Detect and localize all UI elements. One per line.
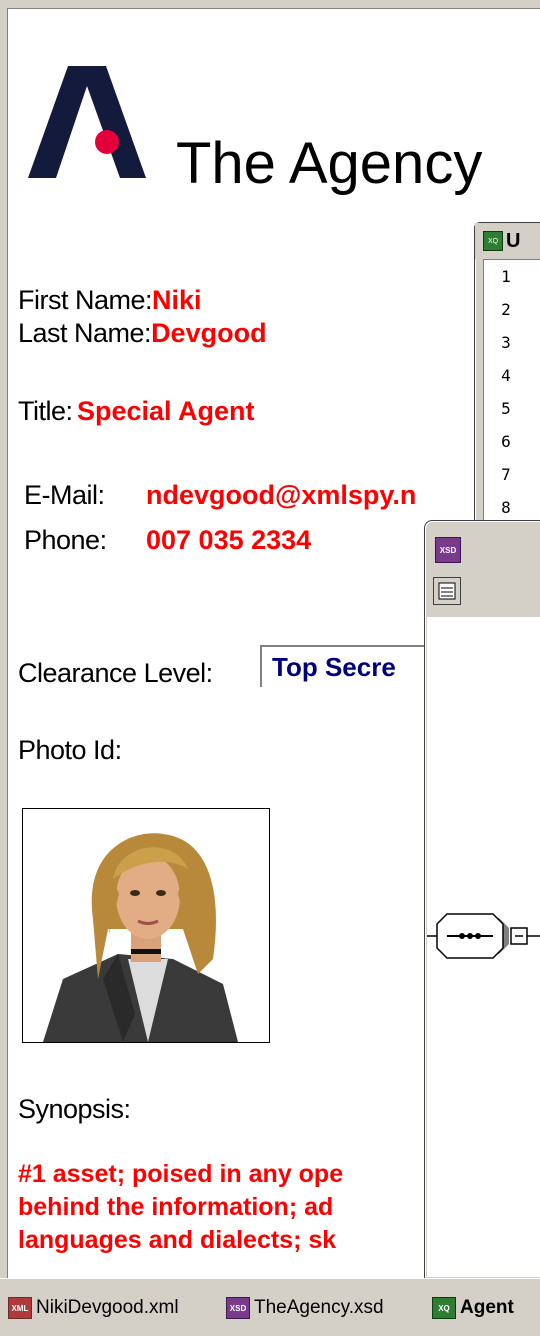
line-number: 5 [501, 399, 511, 418]
last-name-label: Last Name: [18, 318, 152, 348]
line-number: 7 [501, 465, 511, 484]
xml-file-icon: XML [8, 1297, 32, 1319]
line-number: 3 [501, 333, 511, 352]
line-number-gutter: 1 2 3 4 5 6 7 8 [484, 260, 528, 560]
sequence-compositor-icon[interactable] [427, 617, 540, 1277]
title-value[interactable]: Special Agent [77, 396, 255, 426]
synopsis-text[interactable]: #1 asset; poised in any ope behind the i… [18, 1158, 426, 1257]
tab-nikidevgood-xml[interactable]: XML NikiDevgood.xml [8, 1288, 179, 1328]
synopsis-line: #1 asset; poised in any ope [18, 1160, 344, 1188]
phone-label: Phone: [24, 525, 107, 555]
clearance-value: Top Secre [272, 652, 396, 682]
synopsis-line: behind the information; ad [18, 1193, 334, 1221]
last-name-value[interactable]: Devgood [151, 318, 267, 348]
schema-window[interactable]: XSD [424, 520, 540, 1280]
first-name-label: First Name: [18, 285, 153, 315]
last-name-row: Last Name:Devgood [18, 318, 267, 349]
title-row: Title: Special Agent [18, 396, 255, 427]
first-name-value[interactable]: Niki [152, 285, 202, 315]
xquery-file-icon: XQ [432, 1297, 456, 1319]
agent-photo-image [43, 833, 238, 1042]
clearance-label: Clearance Level: [18, 658, 213, 688]
email-value[interactable]: ndevgood@xmlspy.n [146, 480, 416, 511]
tab-theagency-xsd[interactable]: XSD TheAgency.xsd [226, 1288, 384, 1328]
email-label: E-Mail: [24, 480, 105, 510]
synopsis-line: languages and dialects; sk [18, 1226, 337, 1254]
tab-label: TheAgency.xsd [254, 1297, 384, 1318]
title-label: Title: [18, 396, 73, 426]
tab-agent-xquery[interactable]: XQ Agent [432, 1288, 514, 1328]
schema-diagram-canvas[interactable] [427, 617, 540, 1277]
phone-value[interactable]: 007 035 2334 [146, 525, 311, 556]
xsd-file-icon: XSD [226, 1297, 250, 1319]
line-number: 1 [501, 267, 511, 286]
brand-name: The Agency [176, 131, 483, 196]
clearance-select[interactable]: Top Secre [260, 645, 432, 687]
window-top-border [0, 0, 540, 9]
xquery-window-title: U [506, 229, 521, 252]
xquery-file-icon: XQ [483, 231, 503, 251]
xsd-icon: XSD [435, 537, 461, 563]
agent-photo[interactable] [22, 808, 270, 1043]
xquery-window-titlebar[interactable]: XQ U [475, 223, 540, 259]
agency-logo-icon [28, 66, 146, 178]
line-number: 2 [501, 300, 511, 319]
first-name-row: First Name:Niki [18, 285, 202, 316]
tab-label: NikiDevgood.xml [36, 1297, 179, 1318]
line-number: 4 [501, 366, 511, 385]
tab-label: Agent [460, 1297, 514, 1318]
photo-label: Photo Id: [18, 735, 122, 765]
xquery-editor[interactable]: 1 2 3 4 5 6 7 8 [483, 259, 540, 560]
display-all-globals-icon [438, 582, 456, 600]
synopsis-label: Synopsis: [18, 1094, 131, 1124]
schema-overview-button[interactable] [433, 577, 461, 605]
line-number: 6 [501, 432, 511, 451]
window-left-border [0, 8, 8, 1278]
